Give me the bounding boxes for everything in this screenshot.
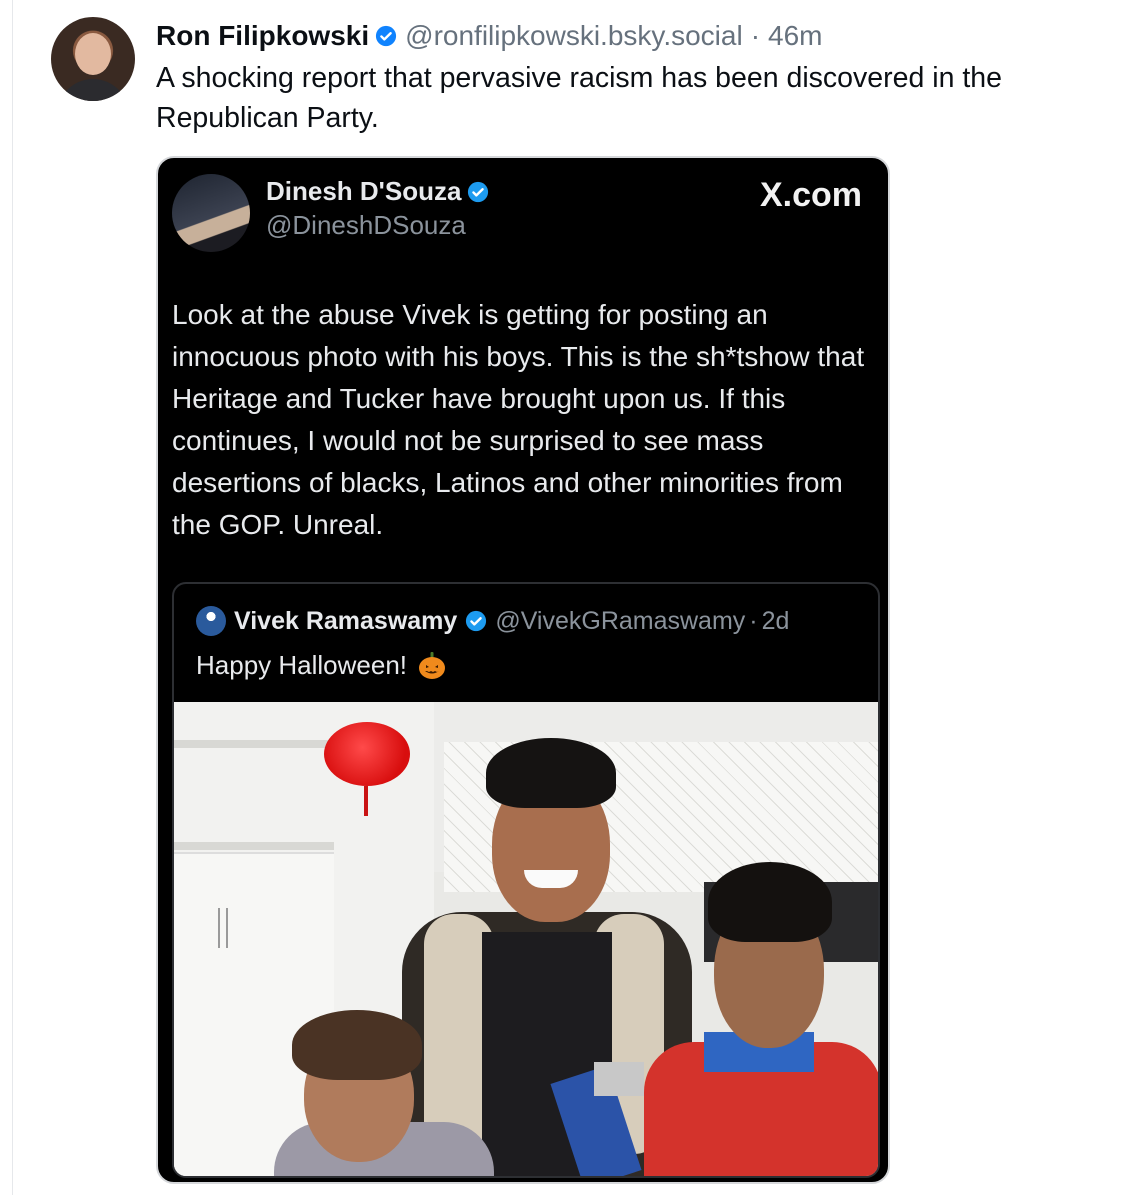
quote-separator: · (749, 606, 758, 635)
quote-author-handle: @VivekGRamaswamy (495, 606, 746, 635)
thread-rule (12, 0, 13, 1195)
embed-text: Look at the abuse Vivek is getting for p… (172, 299, 865, 540)
embed-author-avatar (172, 174, 250, 252)
verified-badge-icon (375, 25, 397, 47)
header-separator: · (750, 20, 761, 51)
quote-text: Happy Halloween! (196, 650, 408, 680)
verified-badge-icon (465, 610, 487, 632)
x-logo: X.com (759, 176, 862, 214)
post-text: A shocking report that pervasive racism … (156, 62, 1002, 134)
embed-author-handle: @DineshDSouza (266, 210, 466, 240)
post-header: Ron Filipkowski @ronfilipkowski.bsky.soc… (156, 16, 823, 56)
verified-badge-icon (467, 181, 489, 203)
pumpkin-emoji-icon (417, 651, 447, 681)
quoted-tweet: Vivek Ramaswamy @VivekGRamaswamy · 2d Ha… (172, 582, 880, 1178)
author-avatar[interactable] (51, 17, 135, 101)
quote-photo (174, 702, 878, 1176)
post-time[interactable]: 46m (768, 20, 822, 52)
quote-text-row: Happy Halloween! (196, 650, 447, 681)
embedded-screenshot[interactable]: Dinesh D'Souza @DineshDSouza X.com Look … (156, 156, 890, 1184)
author-handle[interactable]: @ronfilipkowski.bsky.social (405, 20, 743, 52)
quoted-tweet-header: Vivek Ramaswamy @VivekGRamaswamy · 2d (196, 606, 789, 636)
embed-author-name: Dinesh D'Souza (266, 176, 462, 206)
embed-author-name-row: Dinesh D'Souza (266, 176, 497, 207)
author-name[interactable]: Ron Filipkowski (156, 20, 369, 52)
quote-author-name: Vivek Ramaswamy (234, 606, 458, 635)
quote-author-avatar (196, 606, 226, 636)
quote-time: 2d (761, 606, 790, 635)
